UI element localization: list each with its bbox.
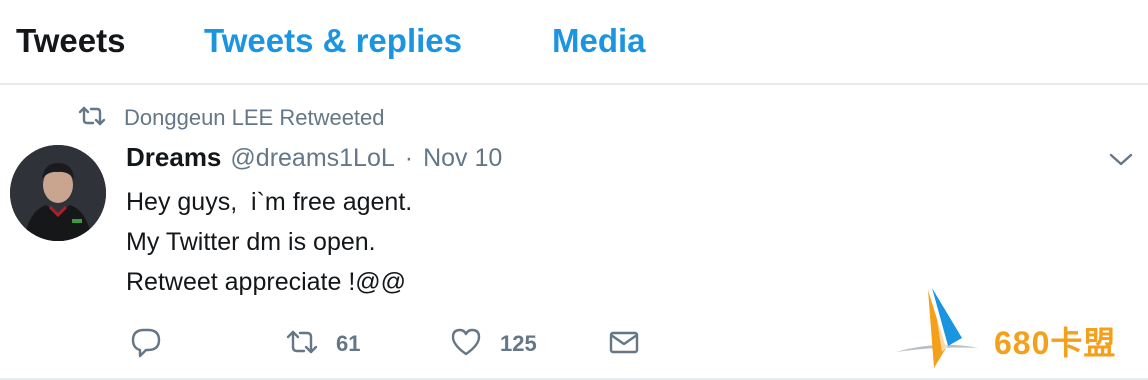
retweet-count: 61 xyxy=(336,331,361,356)
tweet-text-line: Hey guys, i`m free agent. xyxy=(126,188,413,216)
profile-tabs: Tweets Tweets & replies Media xyxy=(0,0,1148,85)
tweet-text-line: Retweet appreciate !@@ xyxy=(126,268,407,296)
retweet-button[interactable]: 61 xyxy=(286,324,360,364)
retweet-context-label: Donggeun LEE Retweeted xyxy=(124,105,385,130)
tweet-text-line: My Twitter dm is open. xyxy=(126,228,376,256)
separator-dot: · xyxy=(404,144,414,172)
retweet-context[interactable]: Donggeun LEE Retweeted xyxy=(78,104,385,132)
tab-tweets-and-replies[interactable]: Tweets & replies xyxy=(204,22,462,60)
chevron-down-icon[interactable] xyxy=(1106,148,1136,172)
envelope-icon xyxy=(608,326,640,363)
display-name[interactable]: Dreams xyxy=(126,142,221,173)
sail-logo-icon xyxy=(896,288,978,368)
tab-media[interactable]: Media xyxy=(552,22,646,60)
avatar[interactable] xyxy=(10,145,106,241)
tweet-text: Hey guys, i`m free agent. My Twitter dm … xyxy=(126,182,412,302)
watermark: 680卡盟 xyxy=(888,282,1144,374)
tab-tweets[interactable]: Tweets xyxy=(16,22,125,60)
user-handle[interactable]: @dreams1LoL xyxy=(230,144,394,173)
watermark-text: 680卡盟 xyxy=(994,325,1117,361)
retweet-icon xyxy=(286,326,318,363)
like-count: 125 xyxy=(500,331,537,356)
retweet-icon xyxy=(78,105,106,132)
tweet-date[interactable]: Nov 10 xyxy=(423,144,502,173)
like-button[interactable]: 125 xyxy=(450,324,537,364)
tweet-header: Dreams @dreams1LoL · Nov 10 xyxy=(126,142,502,176)
tweet-actions: 61 125 xyxy=(130,324,670,364)
reply-button[interactable] xyxy=(130,324,162,364)
reply-icon xyxy=(130,326,162,363)
heart-icon xyxy=(450,326,482,363)
direct-message-button[interactable] xyxy=(608,324,640,364)
